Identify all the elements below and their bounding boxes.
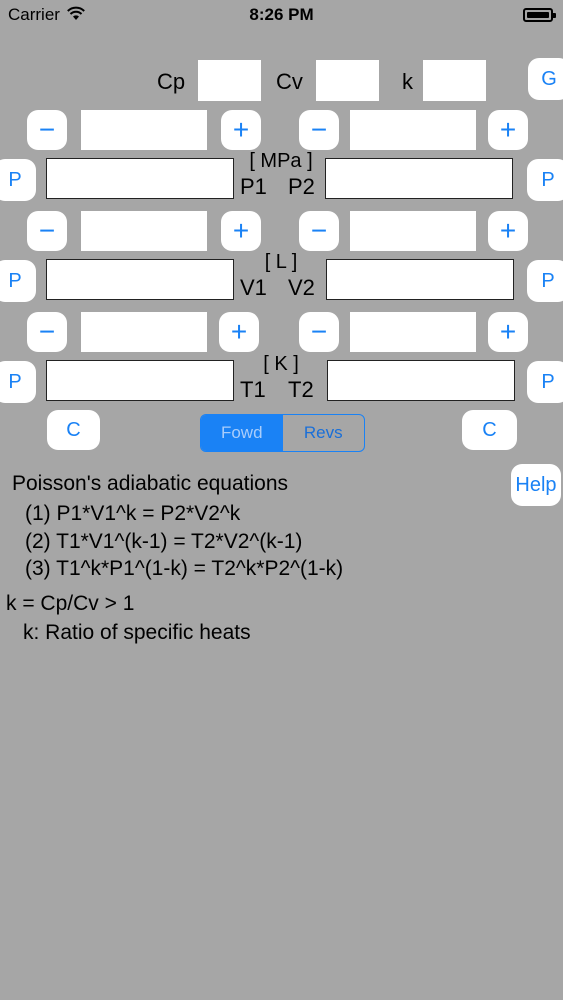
p1-step-minus-button[interactable]: − bbox=[27, 110, 67, 150]
equation-1: (1) P1*V1^k = P2*V2^k bbox=[25, 502, 241, 525]
t1-step-input[interactable] bbox=[81, 312, 207, 352]
segment-reverse[interactable]: Revs bbox=[283, 415, 365, 451]
k-label: k bbox=[402, 69, 413, 94]
k-definition: k = Cp/Cv > 1 bbox=[6, 592, 135, 615]
v2-label: V2 bbox=[288, 275, 315, 300]
p1-step-input[interactable] bbox=[81, 110, 207, 150]
help-button[interactable]: Help bbox=[511, 464, 561, 506]
p1-step-plus-button[interactable]: + bbox=[221, 110, 261, 150]
v1-p-button[interactable]: P bbox=[0, 260, 36, 302]
p2-step-plus-button[interactable]: + bbox=[488, 110, 528, 150]
cp-label: Cp bbox=[157, 69, 186, 94]
p1-input[interactable] bbox=[46, 158, 234, 199]
t1-p-button[interactable]: P bbox=[0, 361, 36, 403]
k-note: k: Ratio of specific heats bbox=[23, 621, 251, 644]
t2-label: T2 bbox=[288, 377, 314, 402]
v1-label: V1 bbox=[240, 275, 267, 300]
cv-input[interactable] bbox=[316, 60, 379, 101]
t2-step-plus-button[interactable]: + bbox=[488, 312, 528, 352]
v2-step-plus-button[interactable]: + bbox=[488, 211, 528, 251]
t1-input[interactable] bbox=[46, 360, 234, 401]
cp-input[interactable] bbox=[198, 60, 261, 101]
status-bar: Carrier 8:26 PM bbox=[0, 0, 563, 30]
pressure-unit: [ MPa ] bbox=[249, 150, 313, 172]
v2-p-button[interactable]: P bbox=[527, 260, 563, 302]
volume-unit: [ L ] bbox=[264, 251, 298, 273]
p2-label: P2 bbox=[288, 174, 315, 199]
clear-left-button[interactable]: C bbox=[47, 410, 100, 450]
clear-right-button[interactable]: C bbox=[462, 410, 517, 450]
cv-label: Cv bbox=[276, 69, 303, 94]
t2-step-minus-button[interactable]: − bbox=[299, 312, 339, 352]
p2-p-button[interactable]: P bbox=[527, 159, 563, 201]
direction-segmented-control: Fowd Revs bbox=[200, 414, 365, 452]
p2-input[interactable] bbox=[325, 158, 513, 199]
v1-step-plus-button[interactable]: + bbox=[221, 211, 261, 251]
v1-input[interactable] bbox=[46, 259, 234, 300]
t1-label: T1 bbox=[240, 377, 266, 402]
g-button[interactable]: G bbox=[528, 58, 563, 100]
v2-step-minus-button[interactable]: − bbox=[299, 211, 339, 251]
t2-p-button[interactable]: P bbox=[527, 361, 563, 403]
p1-p-button[interactable]: P bbox=[0, 159, 36, 201]
info-title: Poisson's adiabatic equations bbox=[12, 472, 289, 495]
clock: 8:26 PM bbox=[249, 5, 314, 24]
equation-2: (2) T1*V1^(k-1) = T2*V2^(k-1) bbox=[25, 530, 303, 553]
t2-input[interactable] bbox=[327, 360, 515, 401]
v1-step-minus-button[interactable]: − bbox=[27, 211, 67, 251]
equation-3: (3) T1^k*P1^(1-k) = T2^k*P2^(1-k) bbox=[25, 557, 344, 580]
v1-step-input[interactable] bbox=[81, 211, 207, 251]
t1-step-plus-button[interactable]: + bbox=[219, 312, 259, 352]
segment-forward[interactable]: Fowd bbox=[201, 415, 283, 451]
t2-step-input[interactable] bbox=[350, 312, 476, 352]
t1-step-minus-button[interactable]: − bbox=[27, 312, 67, 352]
k-input[interactable] bbox=[423, 60, 486, 101]
v2-step-input[interactable] bbox=[350, 211, 476, 251]
p2-step-minus-button[interactable]: − bbox=[299, 110, 339, 150]
p1-label: P1 bbox=[240, 174, 267, 199]
p2-step-input[interactable] bbox=[350, 110, 476, 150]
v2-input[interactable] bbox=[326, 259, 514, 300]
temperature-unit: [ K ] bbox=[263, 353, 299, 375]
battery-icon bbox=[523, 8, 556, 22]
